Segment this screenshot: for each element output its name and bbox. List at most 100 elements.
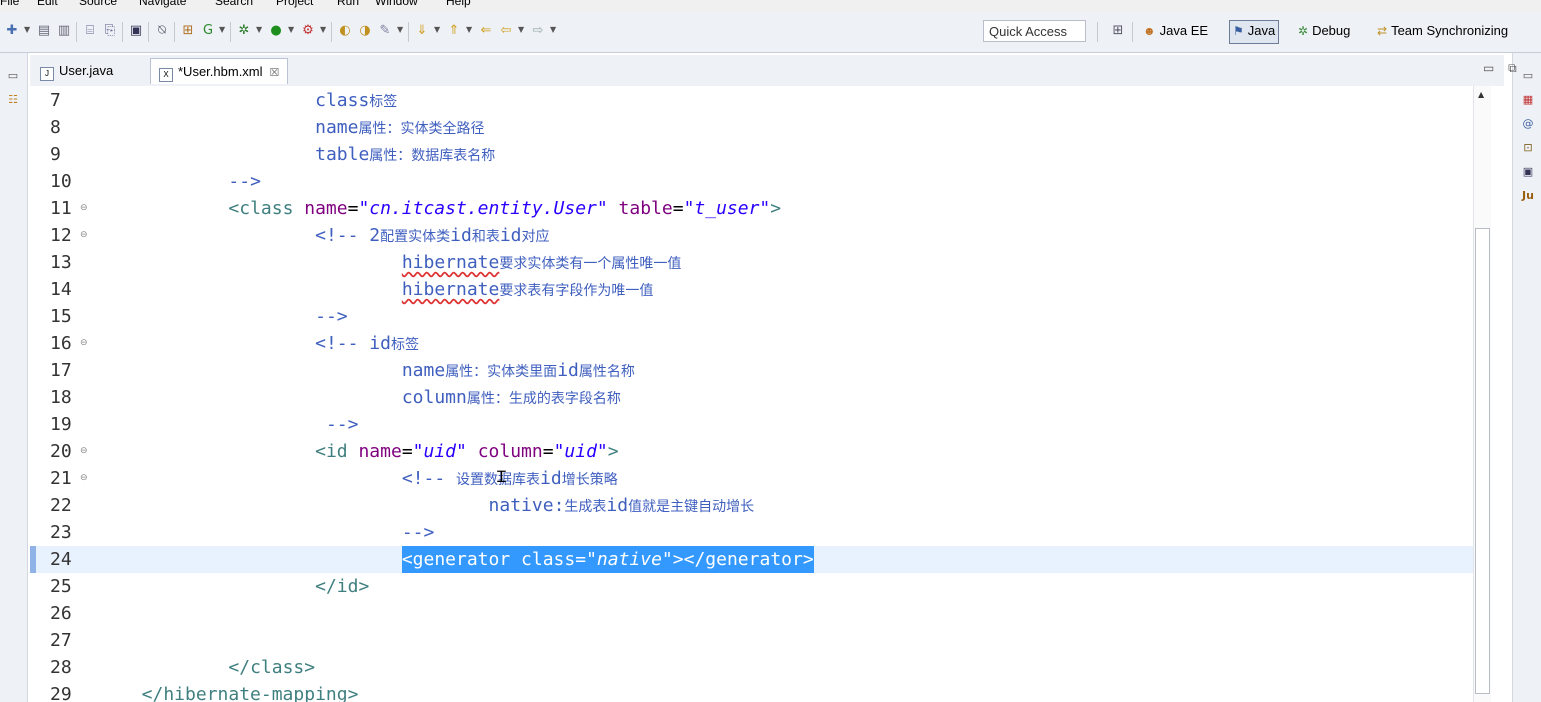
javadoc-icon[interactable]: @	[1521, 117, 1535, 131]
menu-help[interactable]: Help	[446, 0, 471, 8]
chevron-down-icon[interactable]: ▼	[219, 25, 225, 34]
skip-breakpoints-icon[interactable]: ⍉	[154, 23, 170, 39]
scroll-up-icon[interactable]: ▲	[1478, 90, 1484, 99]
pen-icon[interactable]: ✎	[377, 23, 393, 39]
back-arrow-icon[interactable]: ⇦	[498, 23, 514, 39]
junit-icon[interactable]: Ju	[1521, 189, 1535, 203]
fold-toggle-icon[interactable]: ⊖	[80, 438, 88, 465]
chevron-down-icon[interactable]: ▼	[320, 25, 326, 34]
code-line[interactable]: 20 ⊖ <id name="uid" column="uid">	[30, 438, 1473, 465]
code-token: <generator	[401, 549, 522, 570]
server-icon[interactable]: ⎘	[102, 23, 118, 39]
chevron-down-icon[interactable]: ▼	[434, 25, 440, 34]
code-line[interactable]: 10 -->	[30, 168, 1473, 195]
code-line[interactable]: 17 name属性：实体类里面id属性名称	[30, 357, 1473, 384]
fold-toggle-icon[interactable]: ⊖	[80, 222, 88, 249]
forward-arrow-icon[interactable]: ⇨	[530, 23, 546, 39]
new-wizard-icon[interactable]: ✚	[4, 23, 20, 39]
open-task-icon[interactable]: ◑	[357, 23, 373, 39]
code-line[interactable]: 16 ⊖ <!-- id标签	[30, 330, 1473, 357]
restore-icon[interactable]: ▭	[1521, 69, 1535, 83]
new-class-icon[interactable]: ⊞	[180, 23, 196, 39]
code-line[interactable]: 19 -->	[30, 411, 1473, 438]
right-trim-bar: ▭ ▦ @ ⊡ ▣ Ju	[1512, 53, 1541, 702]
open-perspective-icon[interactable]: ⊞	[1110, 23, 1126, 39]
tab-user-hbm-xml[interactable]: X *User.hbm.xml ☒	[150, 58, 289, 84]
debug-run-icon[interactable]: ✲	[236, 23, 252, 39]
declaration-icon[interactable]: ⊡	[1521, 141, 1535, 155]
restore-icon[interactable]: ▭	[6, 69, 20, 83]
perspective-java-ee[interactable]: ☻ Java EE	[1143, 20, 1208, 42]
code-line[interactable]: 8 name属性：实体类全路径	[30, 114, 1473, 141]
next-annotation-icon[interactable]: ⇓	[414, 23, 430, 39]
save-icon[interactable]: ▤	[36, 23, 52, 39]
code-line[interactable]: 26	[30, 600, 1473, 627]
menu-file[interactable]: File	[0, 0, 19, 8]
code-line[interactable]: 23 -->	[30, 519, 1473, 546]
menu-project[interactable]: Project	[276, 0, 313, 8]
perspective-java[interactable]: ⚑ Java	[1229, 20, 1280, 44]
code-line[interactable]: 29 </hibernate-mapping>	[30, 681, 1473, 702]
code-line[interactable]: 22 native:生成表id值就是主键自动增长	[30, 492, 1473, 519]
code-line[interactable]: 14 hibernate要求表有字段作为唯一值	[30, 276, 1473, 303]
code-line[interactable]: 28 </class>	[30, 654, 1473, 681]
console-icon[interactable]: ▣	[1521, 165, 1535, 179]
toolbar-separator	[122, 22, 123, 42]
java-perspective-icon: ⚑	[1233, 24, 1244, 38]
code-token: name	[304, 198, 348, 219]
fold-toggle-icon[interactable]: ⊖	[80, 465, 88, 492]
chevron-down-icon[interactable]: ▼	[466, 25, 472, 34]
code-line[interactable]: 13 hibernate要求实体类有一个属性唯一值	[30, 249, 1473, 276]
chevron-down-icon[interactable]: ▼	[518, 25, 524, 34]
quick-access-field[interactable]: Quick Access	[983, 20, 1086, 42]
code-line[interactable]: 12 ⊖ <!-- 2配置实体类id和表id对应	[30, 222, 1473, 249]
line-number: 18	[50, 387, 72, 408]
code-line[interactable]: 7 class标签	[30, 87, 1473, 114]
fold-toggle-icon[interactable]: ⊖	[80, 195, 88, 222]
maximize-icon[interactable]: ⧉	[1508, 61, 1517, 75]
run-icon[interactable]: ●	[268, 23, 284, 39]
publish-icon[interactable]: ⌸	[82, 23, 98, 39]
perspective-team-synchronizing[interactable]: ⇄ Team Synchronizing	[1377, 20, 1508, 42]
menu-search[interactable]: Search	[215, 0, 253, 8]
open-type-icon[interactable]: ◐	[337, 23, 353, 39]
close-icon[interactable]: ☒	[270, 67, 280, 79]
chevron-down-icon[interactable]: ▼	[288, 25, 294, 34]
last-edit-location-icon[interactable]: ⇐	[478, 23, 494, 39]
minimize-icon[interactable]: ▭	[1483, 61, 1494, 75]
menu-edit[interactable]: Edit	[37, 0, 58, 8]
code-token: id	[499, 225, 522, 246]
chevron-down-icon[interactable]: ▼	[397, 25, 403, 34]
line-number: 17	[50, 360, 72, 381]
vertical-scrollbar[interactable]: ▲	[1473, 86, 1491, 702]
perspective-debug[interactable]: ✲ Debug	[1298, 20, 1350, 42]
code-line[interactable]: 21 ⊖ <!-- 设置数据库表id增长策略	[30, 465, 1473, 492]
chevron-down-icon[interactable]: ▼	[256, 25, 262, 34]
code-line[interactable]: 18 column属性：生成的表字段名称	[30, 384, 1473, 411]
package-explorer-icon[interactable]: ☷	[6, 93, 20, 107]
chevron-down-icon[interactable]: ▼	[24, 25, 30, 34]
menu-run[interactable]: Run	[337, 0, 359, 8]
menu-navigate[interactable]: Navigate	[139, 0, 186, 8]
code-line[interactable]: 15 -->	[30, 303, 1473, 330]
xml-editor[interactable]: 7 class标签 8 name属性：实体类全路径 9 table属性：数据库表名称 10-…	[30, 86, 1504, 702]
selected-code-text: <generator class="native"></generator>	[401, 546, 814, 573]
previous-annotation-icon[interactable]: ⇑	[446, 23, 462, 39]
new-package-icon[interactable]: G	[200, 23, 216, 39]
scrollbar-thumb[interactable]	[1475, 228, 1490, 694]
code-token: native:	[488, 495, 565, 516]
problems-icon[interactable]: ▦	[1521, 93, 1535, 107]
code-line[interactable]: 25 </id>	[30, 573, 1473, 600]
console-icon[interactable]: ▣	[128, 23, 144, 39]
code-line[interactable]: 27	[30, 627, 1473, 654]
external-tools-icon[interactable]: ⚙	[300, 23, 316, 39]
menu-source[interactable]: Source	[79, 0, 117, 8]
menu-window[interactable]: Window	[375, 0, 418, 8]
chevron-down-icon[interactable]: ▼	[550, 25, 556, 34]
code-line[interactable]: 11 ⊖ <class name="cn.itcast.entity.User" t…	[30, 195, 1473, 222]
code-line[interactable]: 24 <generator class="native"></generator>	[30, 546, 1473, 573]
save-all-icon[interactable]: ▥	[56, 23, 72, 39]
tab-user-java[interactable]: J User.java	[32, 58, 121, 84]
code-line[interactable]: 9 table属性：数据库表名称	[30, 141, 1473, 168]
fold-toggle-icon[interactable]: ⊖	[80, 330, 88, 357]
